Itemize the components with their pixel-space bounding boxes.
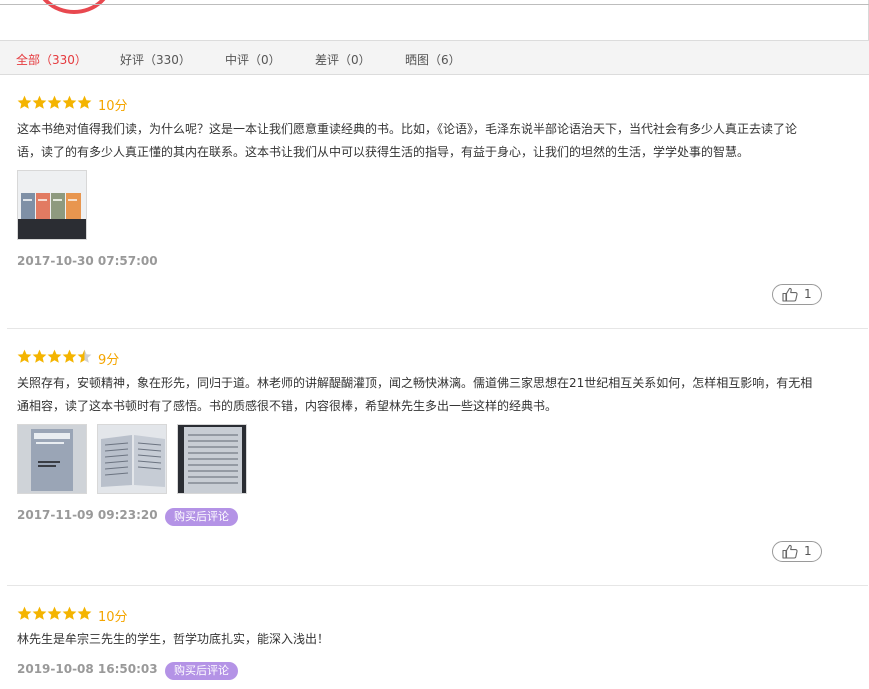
thumbs-up-icon (782, 544, 798, 559)
star-icon (17, 95, 32, 109)
review-photo[interactable] (177, 424, 247, 494)
star-icon (17, 349, 32, 363)
star-icon (62, 606, 77, 620)
open-book-photo-icon (98, 425, 166, 493)
review-photo[interactable] (17, 424, 87, 494)
star-icon (32, 349, 47, 363)
like-button[interactable]: 1 (772, 284, 822, 305)
thumbs-up-icon (782, 287, 798, 302)
review-time: 2019-10-08 16:50:03 (17, 662, 158, 676)
like-count: 1 (804, 544, 812, 558)
review-score: 9分 (98, 353, 120, 368)
review-content: 林先生是牟宗三先生的学生，哲学功底扎实，能深入浅出！ (17, 632, 330, 646)
review-photo[interactable] (97, 424, 167, 494)
top-divider (0, 4, 869, 5)
star-icon (77, 349, 92, 363)
like-button[interactable]: 1 (772, 541, 822, 562)
tab-positive[interactable]: 好评（330） (120, 51, 191, 68)
star-icon (62, 95, 77, 109)
star-icon (47, 606, 62, 620)
like-count: 1 (804, 287, 812, 301)
tab-neutral[interactable]: 中评（0） (225, 51, 281, 68)
score-ring-decoration (34, 0, 114, 14)
tab-all[interactable]: 全部（330） (16, 51, 87, 68)
review-content: 这本书绝对值得我们读，为什么呢？这是一本让我们愿意重读经典的书。比如，《论语》，… (17, 122, 798, 159)
review-content: 关照存有，安顿精神，象在形先，同归于道。林老师的讲解醍醐灌顶，闻之畅快淋漓。儒道… (17, 376, 813, 413)
star-icon (17, 606, 32, 620)
star-icon (47, 95, 62, 109)
star-icon (47, 349, 62, 363)
tab-with-photos[interactable]: 晒图（6） (405, 51, 461, 68)
review-time: 2017-10-30 07:57:00 (17, 254, 158, 268)
review-filter-tabs: 全部（330） 好评（330） 中评（0） 差评（0） 晒图（6） (0, 40, 869, 75)
star-icon (32, 95, 47, 109)
star-icon (77, 95, 92, 109)
review-score: 10分 (98, 610, 128, 625)
review-divider (7, 328, 868, 329)
post-purchase-badge: 购买后评论 (165, 662, 238, 680)
book-page-photo-icon (178, 425, 246, 493)
review-photo[interactable] (17, 170, 87, 240)
post-purchase-badge: 购买后评论 (165, 508, 238, 526)
top-strip (0, 0, 869, 40)
review-divider (7, 585, 868, 586)
star-icon (77, 606, 92, 620)
book-set-photo-icon (18, 171, 86, 239)
book-cover-photo-icon (18, 425, 86, 493)
tab-negative[interactable]: 差评（0） (315, 51, 371, 68)
review-score: 10分 (98, 99, 128, 114)
star-icon (62, 349, 77, 363)
star-icon (32, 606, 47, 620)
review-time: 2017-11-09 09:23:20 (17, 508, 158, 522)
